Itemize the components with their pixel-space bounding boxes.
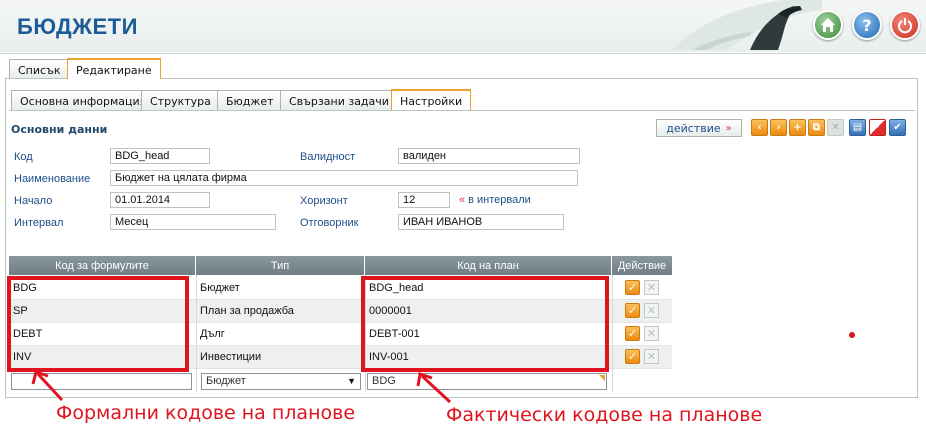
chevron-left-icon: ‹ [757, 122, 762, 133]
checkmark-icon: ✓ [627, 327, 638, 340]
new-formula-code-input[interactable] [11, 373, 192, 390]
help-button[interactable]: ? [852, 10, 882, 40]
checkmark-icon: ✔ [893, 122, 902, 133]
tab-settings[interactable]: Настройки [391, 89, 472, 110]
previous-button[interactable]: ‹ [751, 119, 768, 136]
horizon-suffix: «в интервали [459, 194, 531, 206]
formal-codes-highlight [7, 276, 189, 372]
name-field[interactable]: Бюджет на цялата фирма [110, 170, 578, 186]
delete-row-button[interactable]: ✕ [644, 326, 659, 341]
checkmark-icon: ✓ [627, 281, 638, 294]
tab-related-tasks[interactable]: Свързани задачи [280, 90, 398, 110]
new-type-select[interactable]: Бюджет ▼ [201, 373, 361, 390]
type-cell: Инвестиции [200, 351, 262, 363]
edit-row-button[interactable]: ✓ [625, 303, 640, 318]
tab-list[interactable]: Списък [9, 59, 70, 79]
tab-structure[interactable]: Структура [141, 90, 220, 110]
close-icon: ✕ [646, 327, 657, 340]
column-header-action: Действие [612, 256, 672, 275]
checkmark-icon: ✓ [627, 304, 638, 317]
lookup-corner-icon [599, 375, 605, 381]
red-dot-mark [849, 332, 855, 338]
delete-button[interactable]: ✕ [827, 119, 844, 136]
new-type-value: Бюджет [206, 375, 246, 387]
new-plan-code-input[interactable]: BDG [367, 373, 607, 390]
column-divider [612, 275, 613, 392]
delete-row-button[interactable]: ✕ [644, 303, 659, 318]
edit-row-button[interactable]: ✓ [625, 349, 640, 364]
validity-label: Валидност [300, 151, 356, 163]
next-button[interactable]: › [770, 119, 787, 136]
logout-button[interactable] [890, 10, 920, 40]
dropdown-arrow-icon: ▼ [347, 376, 356, 386]
section-title: Основни данни [11, 123, 108, 136]
code-field[interactable]: BDG_head [110, 148, 210, 164]
print-button[interactable]: ▤ [849, 119, 866, 136]
add-button[interactable]: + [789, 119, 806, 136]
plus-icon: + [793, 122, 802, 133]
interval-field[interactable]: Месец [110, 214, 276, 230]
column-header-plan-code[interactable]: Код на план [365, 256, 612, 275]
type-cell: План за продажба [200, 305, 294, 317]
column-divider [196, 275, 197, 392]
action-label: действие [666, 121, 721, 135]
code-label: Код [14, 151, 33, 163]
home-button[interactable] [813, 10, 843, 40]
new-plan-code-value: BDG [372, 375, 396, 387]
home-icon [821, 18, 835, 32]
validity-field[interactable]: валиден [398, 148, 580, 164]
page: БЮДЖЕТИ ? Списък Редактиране Основна инф… [0, 0, 926, 442]
tab-basic-info[interactable]: Основна информация [11, 90, 156, 110]
actual-codes-highlight [361, 276, 609, 372]
copy-button[interactable]: ⧉ [808, 119, 825, 136]
actual-codes-annotation: Фактически кодове на планове [446, 404, 763, 426]
start-label: Начало [14, 195, 53, 207]
close-icon: ✕ [646, 350, 657, 363]
double-chevron-icon: « [459, 194, 466, 206]
header-divider [0, 53, 926, 54]
name-label: Наименование [14, 173, 91, 185]
horizon-field[interactable]: 12 [398, 192, 450, 208]
checkmark-icon: ✓ [627, 350, 638, 363]
double-chevron-icon: » [725, 122, 732, 134]
owner-label: Отговорник [300, 217, 359, 229]
save-button[interactable]: ✔ [889, 119, 906, 136]
delete-row-button[interactable]: ✕ [644, 349, 659, 364]
app-title: БЮДЖЕТИ [17, 14, 138, 39]
app-header: БЮДЖЕТИ ? [0, 0, 926, 52]
copy-icon: ⧉ [812, 122, 821, 133]
edit-row-button[interactable]: ✓ [625, 280, 640, 295]
edit-row-button[interactable]: ✓ [625, 326, 640, 341]
power-icon [898, 18, 912, 34]
column-header-formula-code[interactable]: Код за формулите [9, 256, 196, 275]
close-icon: ✕ [831, 122, 840, 133]
tab-budget[interactable]: Бюджет [217, 90, 283, 110]
chevron-right-icon: › [776, 122, 781, 133]
column-header-type[interactable]: Тип [196, 256, 365, 275]
interval-label: Интервал [14, 217, 64, 229]
action-button[interactable]: действие » [656, 119, 742, 137]
owner-field[interactable]: ИВАН ИВАНОВ [398, 214, 564, 230]
type-cell: Бюджет [200, 282, 240, 294]
flag-button[interactable] [869, 119, 886, 136]
tab-edit[interactable]: Редактиране [67, 58, 161, 79]
question-icon: ? [862, 15, 872, 35]
start-date-field[interactable]: 01.01.2014 [110, 192, 210, 208]
close-icon: ✕ [646, 304, 657, 317]
type-cell: Дълг [200, 328, 225, 340]
delete-row-button[interactable]: ✕ [644, 280, 659, 295]
formal-codes-annotation: Формални кодове на планове [56, 402, 356, 424]
horizon-suffix-text: в интервали [468, 194, 531, 206]
close-icon: ✕ [646, 281, 657, 294]
bird-logo [672, 0, 822, 50]
horizon-label: Хоризонт [300, 195, 348, 207]
document-icon: ▤ [852, 122, 863, 133]
